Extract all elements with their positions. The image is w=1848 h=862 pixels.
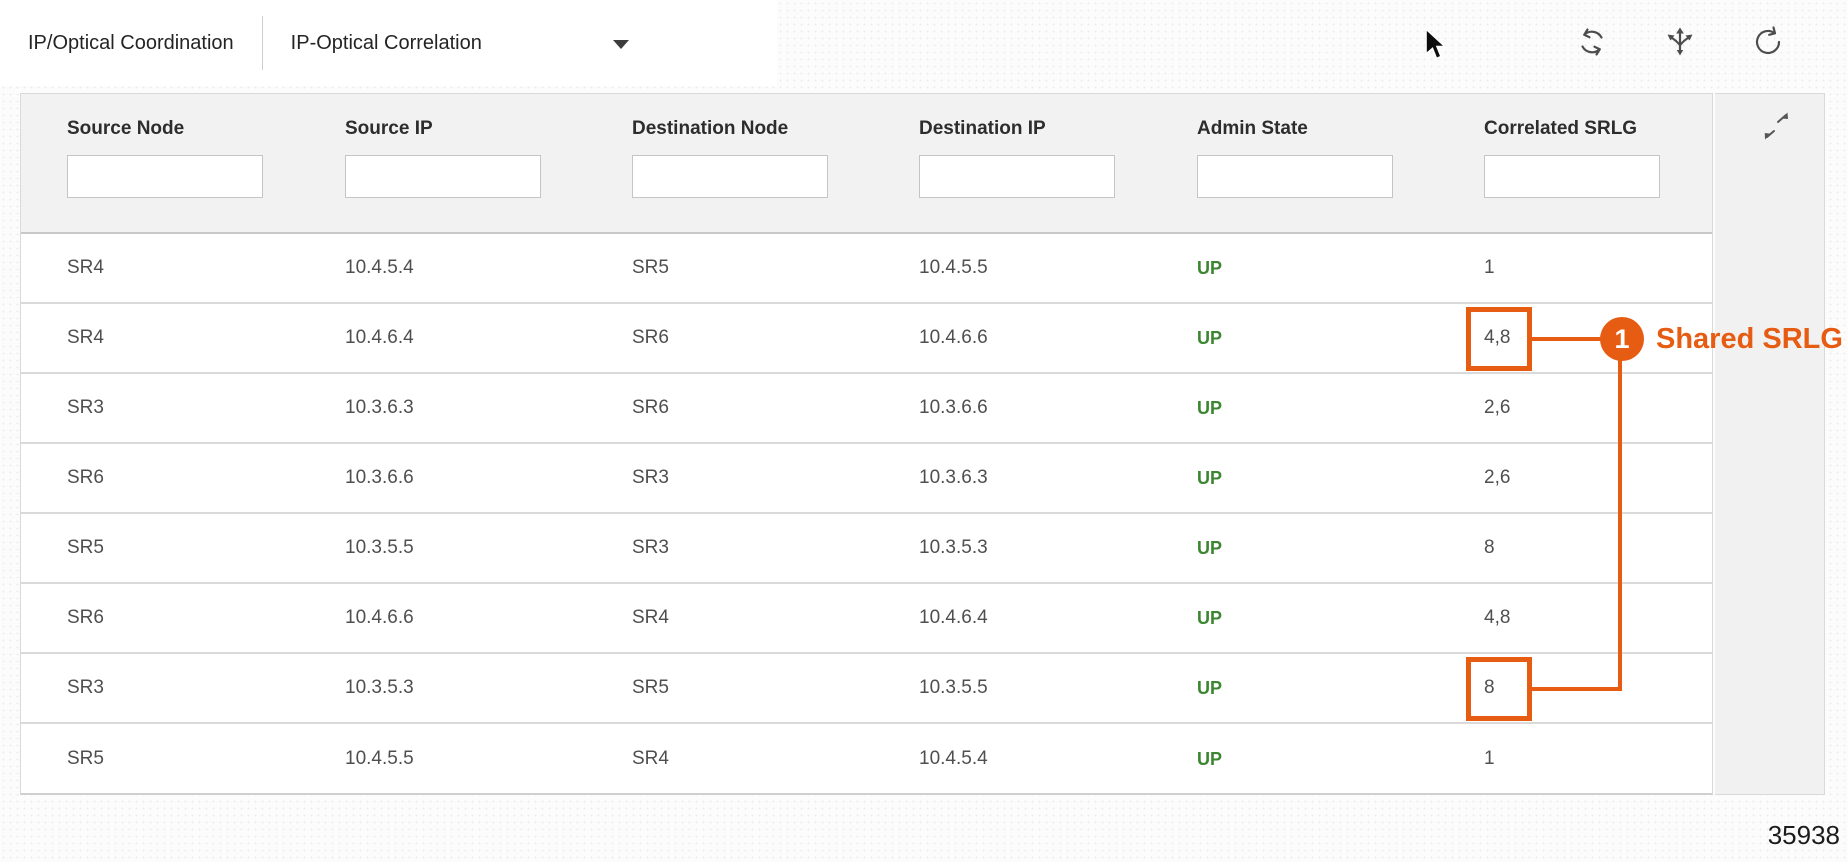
side-panel bbox=[1715, 93, 1825, 795]
correlation-table: Source Node Source IP Destination Node D… bbox=[20, 93, 1713, 795]
column-label: Correlated SRLG bbox=[1484, 118, 1712, 140]
cell-correlated-srlg: 2,6 bbox=[1438, 467, 1712, 489]
column-correlated-srlg[interactable]: Correlated SRLG bbox=[1438, 94, 1712, 232]
cell-correlated-srlg: 1 bbox=[1438, 257, 1712, 279]
cell-admin-state: UP bbox=[1151, 749, 1438, 770]
cell-correlated-srlg: 4,8 bbox=[1438, 607, 1712, 629]
table-row[interactable]: SR3 10.3.5.3 SR5 10.3.5.5 UP 8 bbox=[21, 654, 1712, 724]
table-row[interactable]: SR6 10.4.6.6 SR4 10.4.6.4 UP 4,8 bbox=[21, 584, 1712, 654]
refresh-button[interactable] bbox=[1748, 22, 1788, 62]
cell-destination-ip: 10.4.5.4 bbox=[873, 748, 1151, 770]
cell-correlated-srlg: 8 bbox=[1438, 677, 1712, 699]
sync-icon bbox=[1575, 25, 1609, 59]
column-label: Destination IP bbox=[919, 118, 1151, 140]
cell-admin-state: UP bbox=[1151, 398, 1438, 419]
cell-source-node: SR4 bbox=[21, 257, 299, 279]
cell-source-ip: 10.3.6.3 bbox=[299, 397, 586, 419]
column-source-ip[interactable]: Source IP bbox=[299, 94, 586, 232]
sync-button[interactable] bbox=[1572, 22, 1612, 62]
cell-source-ip: 10.4.5.4 bbox=[299, 257, 586, 279]
column-destination-ip[interactable]: Destination IP bbox=[873, 94, 1151, 232]
cell-source-node: SR6 bbox=[21, 467, 299, 489]
cell-admin-state: UP bbox=[1151, 468, 1438, 489]
column-admin-state[interactable]: Admin State bbox=[1151, 94, 1438, 232]
expand-button[interactable] bbox=[1759, 108, 1795, 148]
cell-source-ip: 10.3.6.6 bbox=[299, 467, 586, 489]
table-row[interactable]: SR4 10.4.6.4 SR6 10.4.6.6 UP 4,8 bbox=[21, 304, 1712, 374]
cell-correlated-srlg: 8 bbox=[1438, 537, 1712, 559]
cell-admin-state: UP bbox=[1151, 258, 1438, 279]
cell-correlated-srlg: 4,8 bbox=[1438, 327, 1712, 349]
cell-destination-ip: 10.4.6.6 bbox=[873, 327, 1151, 349]
mouse-pointer-icon bbox=[1424, 28, 1448, 67]
cell-admin-state: UP bbox=[1151, 678, 1438, 699]
figure-number: 35938 bbox=[1768, 820, 1840, 851]
cell-admin-state: UP bbox=[1151, 608, 1438, 629]
table-body: SR4 10.4.5.4 SR5 10.4.5.5 UP 1 SR4 10.4.… bbox=[21, 234, 1712, 794]
cell-destination-node: SR5 bbox=[586, 677, 873, 699]
cell-destination-node: SR4 bbox=[586, 607, 873, 629]
cell-destination-ip: 10.4.6.4 bbox=[873, 607, 1151, 629]
cell-source-ip: 10.4.6.6 bbox=[299, 607, 586, 629]
route-split-button[interactable] bbox=[1660, 22, 1700, 62]
app-window: IP/Optical Coordination IP-Optical Corre… bbox=[0, 0, 1848, 862]
cell-destination-ip: 10.3.5.5 bbox=[873, 677, 1151, 699]
filter-input-destination-node[interactable] bbox=[632, 155, 828, 198]
page-title: IP/Optical Coordination bbox=[0, 32, 234, 55]
view-dropdown-value: IP-Optical Correlation bbox=[291, 32, 482, 55]
cell-source-ip: 10.4.5.5 bbox=[299, 748, 586, 770]
cell-destination-ip: 10.4.5.5 bbox=[873, 257, 1151, 279]
cell-correlated-srlg: 2,6 bbox=[1438, 397, 1712, 419]
column-label: Source IP bbox=[345, 118, 586, 140]
cell-destination-ip: 10.3.6.3 bbox=[873, 467, 1151, 489]
cell-destination-node: SR6 bbox=[586, 327, 873, 349]
cell-destination-node: SR3 bbox=[586, 537, 873, 559]
table-header: Source Node Source IP Destination Node D… bbox=[21, 94, 1712, 234]
cell-source-node: SR3 bbox=[21, 677, 299, 699]
cell-destination-ip: 10.3.6.6 bbox=[873, 397, 1151, 419]
cell-source-ip: 10.4.6.4 bbox=[299, 327, 586, 349]
cell-destination-ip: 10.3.5.3 bbox=[873, 537, 1151, 559]
cell-source-node: SR5 bbox=[21, 748, 299, 770]
filter-input-correlated-srlg[interactable] bbox=[1484, 155, 1660, 198]
cell-admin-state: UP bbox=[1151, 538, 1438, 559]
column-source-node[interactable]: Source Node bbox=[21, 94, 299, 232]
cell-destination-node: SR3 bbox=[586, 467, 873, 489]
cell-correlated-srlg: 1 bbox=[1438, 748, 1712, 770]
table-row[interactable]: SR4 10.4.5.4 SR5 10.4.5.5 UP 1 bbox=[21, 234, 1712, 304]
refresh-icon bbox=[1751, 25, 1785, 59]
table-row[interactable]: SR6 10.3.6.6 SR3 10.3.6.3 UP 2,6 bbox=[21, 444, 1712, 514]
filter-input-admin-state[interactable] bbox=[1197, 155, 1393, 198]
column-label: Admin State bbox=[1197, 118, 1438, 140]
cell-admin-state: UP bbox=[1151, 328, 1438, 349]
cell-source-node: SR3 bbox=[21, 397, 299, 419]
cell-source-ip: 10.3.5.3 bbox=[299, 677, 586, 699]
top-bar: IP/Optical Coordination IP-Optical Corre… bbox=[0, 0, 777, 86]
column-label: Source Node bbox=[67, 118, 299, 140]
toolbar bbox=[1572, 22, 1788, 62]
filter-input-source-ip[interactable] bbox=[345, 155, 541, 198]
cell-source-node: SR4 bbox=[21, 327, 299, 349]
table-row[interactable]: SR3 10.3.6.3 SR6 10.3.6.6 UP 2,6 bbox=[21, 374, 1712, 444]
cell-destination-node: SR5 bbox=[586, 257, 873, 279]
filter-input-source-node[interactable] bbox=[67, 155, 263, 198]
cell-destination-node: SR6 bbox=[586, 397, 873, 419]
table-row[interactable]: SR5 10.4.5.5 SR4 10.4.5.4 UP 1 bbox=[21, 724, 1712, 794]
column-destination-node[interactable]: Destination Node bbox=[586, 94, 873, 232]
expand-icon bbox=[1761, 133, 1793, 148]
filter-input-destination-ip[interactable] bbox=[919, 155, 1115, 198]
cell-source-node: SR5 bbox=[21, 537, 299, 559]
chevron-down-icon bbox=[613, 40, 629, 49]
table-row[interactable]: SR5 10.3.5.5 SR3 10.3.5.3 UP 8 bbox=[21, 514, 1712, 584]
cell-source-node: SR6 bbox=[21, 607, 299, 629]
column-label: Destination Node bbox=[632, 118, 873, 140]
view-dropdown[interactable]: IP-Optical Correlation bbox=[263, 0, 777, 86]
cell-source-ip: 10.3.5.5 bbox=[299, 537, 586, 559]
cell-destination-node: SR4 bbox=[586, 748, 873, 770]
route-split-icon bbox=[1662, 24, 1698, 60]
